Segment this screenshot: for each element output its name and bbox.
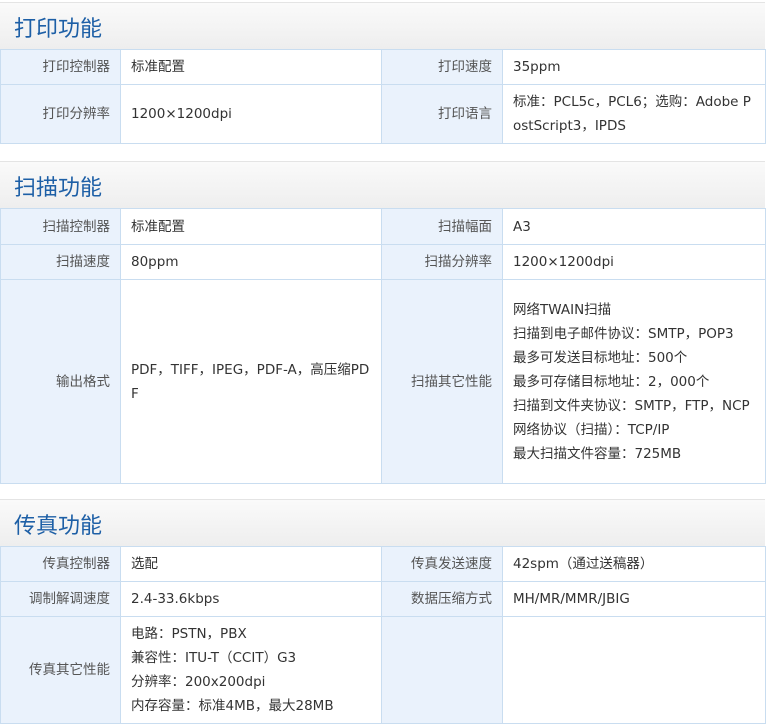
spec-value: PDF，TIFF，IPEG，PDF-A，高压缩PDF <box>120 279 382 484</box>
spec-label: 打印语言 <box>381 84 503 144</box>
table-row: 扫描速度 80ppm 扫描分辨率 1200×1200dpi <box>0 244 766 280</box>
spec-label: 打印速度 <box>381 49 503 85</box>
empty-value <box>502 616 766 724</box>
print-section-header: 打印功能 <box>0 2 765 49</box>
spec-line: 最多可发送目标地址：500个 <box>513 349 688 366</box>
spec-line: 最多可存储目标地址：2，000个 <box>513 373 710 390</box>
scan-section-title: 扫描功能 <box>14 176 103 201</box>
spec-line: 电路：PSTN，PBX <box>131 626 247 642</box>
print-section-title: 打印功能 <box>14 17 103 42</box>
spec-label: 扫描其它性能 <box>381 279 503 484</box>
spec-value: 标准：PCL5c，PCL6；选购：Adobe PostScript3，IPDS <box>502 84 766 144</box>
fax-section: 传真功能 传真控制器 选配 传真发送速度 42spm（通过送稿器） 调制解调速度… <box>0 499 766 724</box>
spec-value: MH/MR/MMR/JBIG <box>502 581 766 617</box>
scan-section: 扫描功能 扫描控制器 标准配置 扫描幅面 A3 扫描速度 80ppm 扫描分辨率… <box>0 161 766 484</box>
spec-label: 传真发送速度 <box>381 546 503 582</box>
spec-label: 扫描分辨率 <box>381 244 503 280</box>
fax-spec-table: 传真控制器 选配 传真发送速度 42spm（通过送稿器） 调制解调速度 2.4-… <box>0 546 766 724</box>
spec-line: 内存容量：标准4MB，最大28MB <box>131 698 334 714</box>
spec-value: 2.4-33.6kbps <box>120 581 382 617</box>
spec-line: 扫描到文件夹协议：SMTP，FTP，NCP <box>513 397 750 414</box>
spec-value-list: 电路：PSTN，PBX 兼容性：ITU-T（CCIT）G3 分辨率：200x20… <box>120 616 382 724</box>
spec-line: 网络协议（扫描）：TCP/IP <box>513 421 670 438</box>
print-section: 打印功能 打印控制器 标准配置 打印速度 35ppm 打印分辨率 1200×12… <box>0 2 766 144</box>
spec-label: 打印控制器 <box>0 49 121 85</box>
spec-label: 输出格式 <box>0 279 121 484</box>
spec-line: 网络TWAIN扫描 <box>513 301 612 318</box>
spec-value: 80ppm <box>120 244 382 280</box>
spec-line: 分辨率：200x200dpi <box>131 674 266 690</box>
spec-value: 35ppm <box>502 49 766 85</box>
spec-label: 传真控制器 <box>0 546 121 582</box>
spec-value: A3 <box>502 208 766 245</box>
table-row: 扫描控制器 标准配置 扫描幅面 A3 <box>0 208 766 245</box>
table-row: 传真其它性能 电路：PSTN，PBX 兼容性：ITU-T（CCIT）G3 分辨率… <box>0 616 766 724</box>
spec-value: 标准配置 <box>120 49 382 85</box>
spec-label: 扫描控制器 <box>0 208 121 245</box>
fax-section-title: 传真功能 <box>14 514 103 539</box>
spec-label: 打印分辨率 <box>0 84 121 144</box>
table-row: 调制解调速度 2.4-33.6kbps 数据压缩方式 MH/MR/MMR/JBI… <box>0 581 766 617</box>
spec-line: 扫描到电子邮件协议：SMTP，POP3 <box>513 325 734 342</box>
spec-label: 扫描速度 <box>0 244 121 280</box>
table-row: 输出格式 PDF，TIFF，IPEG，PDF-A，高压缩PDF 扫描其它性能 网… <box>0 279 766 484</box>
scan-spec-table: 扫描控制器 标准配置 扫描幅面 A3 扫描速度 80ppm 扫描分辨率 1200… <box>0 208 766 484</box>
table-row: 传真控制器 选配 传真发送速度 42spm（通过送稿器） <box>0 546 766 582</box>
spec-value: 42spm（通过送稿器） <box>502 546 766 582</box>
table-row: 打印分辨率 1200×1200dpi 打印语言 标准：PCL5c，PCL6；选购… <box>0 84 766 144</box>
table-row: 打印控制器 标准配置 打印速度 35ppm <box>0 49 766 85</box>
spec-line: 兼容性：ITU-T（CCIT）G3 <box>131 650 297 666</box>
spec-label: 调制解调速度 <box>0 581 121 617</box>
spec-label: 传真其它性能 <box>0 616 121 724</box>
spec-value: 标准配置 <box>120 208 382 245</box>
spec-value: 选配 <box>120 546 382 582</box>
spec-line: 最大扫描文件容量：725MB <box>513 445 682 462</box>
spec-value: 1200×1200dpi <box>120 84 382 144</box>
spec-label: 扫描幅面 <box>381 208 503 245</box>
spec-label: 数据压缩方式 <box>381 581 503 617</box>
empty-label <box>381 616 503 724</box>
spec-value-list: 网络TWAIN扫描 扫描到电子邮件协议：SMTP，POP3 最多可发送目标地址：… <box>502 279 766 484</box>
spec-value: 1200×1200dpi <box>502 244 766 280</box>
scan-section-header: 扫描功能 <box>0 161 765 208</box>
fax-section-header: 传真功能 <box>0 499 765 546</box>
print-spec-table: 打印控制器 标准配置 打印速度 35ppm 打印分辨率 1200×1200dpi… <box>0 49 766 144</box>
